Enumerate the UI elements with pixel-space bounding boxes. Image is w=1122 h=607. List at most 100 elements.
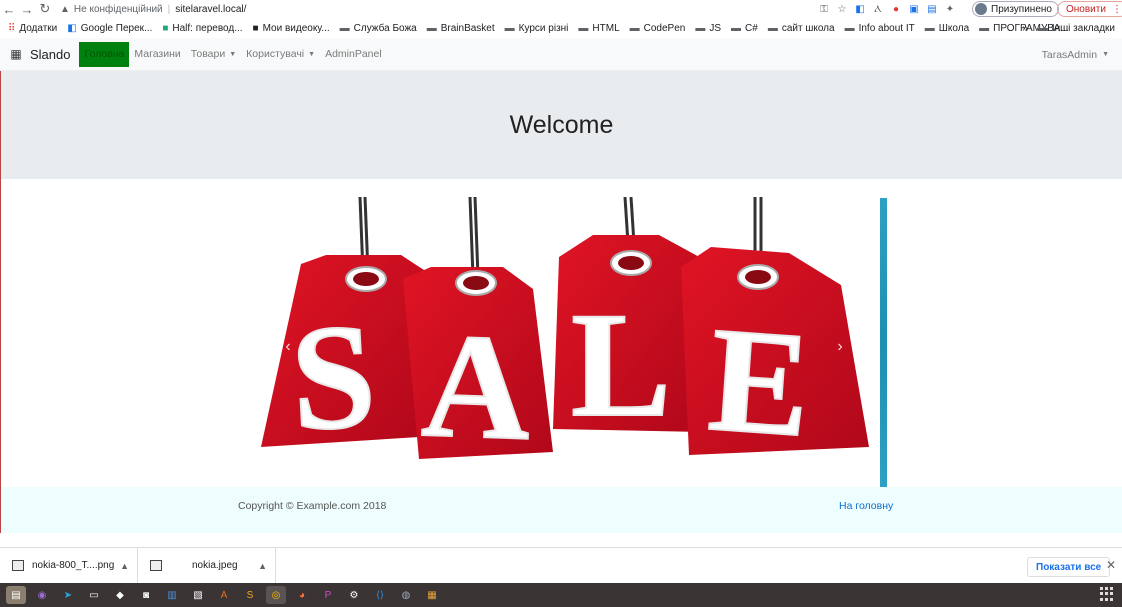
profile-button[interactable]: Призупинено <box>972 1 1059 17</box>
main-content: S A L E ‹ › <box>0 179 1122 487</box>
building-icon: ▦ <box>10 47 22 61</box>
bookmark-item[interactable]: ▬ Курси різні <box>505 23 569 34</box>
forward-icon[interactable]: → <box>18 0 36 18</box>
bookmark-item[interactable]: ▬ BrainBasket <box>427 23 495 34</box>
file-manager-icon[interactable]: ▤ <box>6 586 26 604</box>
download-filename: nokia-800_T....png <box>32 560 115 571</box>
folder-icon: ▬ <box>339 22 350 34</box>
telegram-icon[interactable]: ➤ <box>58 586 78 604</box>
translate-icon: ◧ <box>67 22 77 34</box>
nav-home-link[interactable]: Головна <box>79 41 130 67</box>
document-icon[interactable]: ▥ <box>162 586 182 604</box>
key-icon[interactable]: ⚿ <box>818 3 830 15</box>
carousel-next-button[interactable]: › <box>833 337 847 357</box>
other-bookmarks[interactable]: ▬ Інші закладки <box>1038 23 1115 34</box>
bookmark-item[interactable]: ◧ Google Перек... <box>67 23 152 34</box>
bookmark-item[interactable]: ▬ JS <box>695 23 721 34</box>
folder-icon: ▬ <box>924 22 935 34</box>
bookmarks-overflow-button[interactable]: » <box>1022 23 1028 34</box>
omnibox-separator: | <box>167 3 171 15</box>
database-icon[interactable]: ◍ <box>396 586 416 604</box>
apps-grid-icon: ⠿ <box>8 22 16 34</box>
letter-l: L <box>571 282 671 448</box>
viber-icon[interactable]: ◉ <box>32 586 52 604</box>
folder-icon: ▬ <box>629 22 640 34</box>
close-icon[interactable]: ✕ <box>1106 558 1116 572</box>
firefox-icon[interactable]: ◕ <box>292 586 312 604</box>
brand-link[interactable]: Slando <box>30 47 70 62</box>
text-editor-icon[interactable]: ▦ <box>422 586 442 604</box>
downloads-bar: nokia-800_T....png ▲ nokia.jpeg ▲ Показа… <box>0 547 1122 584</box>
app-grid-icon[interactable] <box>1100 587 1114 601</box>
terminal-icon[interactable]: ▭ <box>84 586 104 604</box>
download-item[interactable]: nokia-800_T....png ▲ <box>0 547 138 584</box>
nav-admin-link[interactable]: AdminPanel <box>325 48 382 60</box>
reload-icon[interactable]: ↻ <box>36 0 54 18</box>
settings-app-icon[interactable]: ⚙ <box>344 586 364 604</box>
bookmark-item[interactable]: ▬ Школа <box>925 23 969 34</box>
bookmark-item[interactable]: ▬ CodePen <box>630 23 686 34</box>
copyright-text: Copyright © Example.com 2018 <box>238 500 387 512</box>
translate-extension-icon[interactable]: ◧ <box>854 3 866 15</box>
bookmark-item[interactable]: ▬ сайт школа <box>768 23 835 34</box>
site-navbar: ▦ Slando Головна Магазини Товари ▼ Корист… <box>0 38 1122 71</box>
bookmarks-bar: ⠿ Додатки ◧ Google Перек... ■ Half: перевод… <box>0 18 1122 38</box>
folder-icon: ▬ <box>504 22 515 34</box>
extensions-area: ⚿ ☆ ◧ Ⲁ ● ▣ ▤ ✦ <box>818 0 956 18</box>
bookmark-item[interactable]: ▬ Info about IT <box>845 23 915 34</box>
vscode-icon[interactable]: ⟨⟩ <box>370 586 390 604</box>
folder-icon: ▬ <box>731 22 742 34</box>
star-icon[interactable]: ☆ <box>836 3 848 15</box>
letter-a: A <box>419 302 533 472</box>
camera-icon[interactable]: ◙ <box>136 586 156 604</box>
site-icon: ■ <box>252 22 259 34</box>
back-icon[interactable]: ← <box>0 0 18 18</box>
download-item[interactable]: nokia.jpeg ▲ <box>138 547 276 584</box>
bookmark-item[interactable]: ⠿ Додатки <box>8 23 57 34</box>
software-center-icon[interactable]: A <box>214 586 234 604</box>
security-label: Не конфіденційний <box>73 3 163 15</box>
carousel: S A L E ‹ › <box>241 197 881 487</box>
update-button[interactable]: Оновити ⋮ <box>1057 1 1122 17</box>
folder-icon: ▬ <box>426 22 437 34</box>
bookmark-item[interactable]: ■ Half: перевод... <box>162 23 242 34</box>
nav-products-dropdown[interactable]: Товари ▼ <box>191 48 236 60</box>
phpstorm-icon[interactable]: P <box>318 586 338 604</box>
page-title: Welcome <box>509 110 614 139</box>
folder-icon: ▬ <box>1037 22 1048 34</box>
caret-down-icon: ▼ <box>229 50 237 58</box>
nav-shops-link[interactable]: Магазини <box>134 48 180 60</box>
bookmark-item[interactable]: ▬ C# <box>731 23 758 34</box>
footer-home-link[interactable]: На головну <box>839 500 893 512</box>
chevron-up-icon[interactable]: ▲ <box>258 561 267 571</box>
warning-icon: ▲ <box>60 3 70 15</box>
bookmark-item[interactable]: ▬ Служба Божа <box>340 23 417 34</box>
site-icon: ■ <box>162 22 169 34</box>
user-dropdown[interactable]: TarasAdmin ▼ <box>1042 38 1109 71</box>
caret-down-icon: ▼ <box>1102 51 1109 58</box>
sublime-text-icon[interactable]: S <box>240 586 260 604</box>
new-extension-icon[interactable]: ▣ <box>908 3 920 15</box>
bookmark-item[interactable]: ▬ HTML <box>578 23 619 34</box>
sale-banner-image: S A L E <box>261 197 869 473</box>
url-text: sitelaravel.local/ <box>175 3 247 15</box>
nav-users-dropdown[interactable]: Користувачі ▼ <box>246 48 315 60</box>
avatar <box>975 3 987 15</box>
folder-icon: ▬ <box>767 22 778 34</box>
update-label: Оновити <box>1066 3 1106 15</box>
screen-extension-icon[interactable]: ▤ <box>926 3 938 15</box>
show-all-downloads-button[interactable]: Показати все <box>1027 557 1111 577</box>
carousel-prev-button[interactable]: ‹ <box>281 337 295 357</box>
bookmark-item[interactable]: ■ Мои видеоку... <box>253 23 330 34</box>
puzzle-icon[interactable]: ✦ <box>944 3 956 15</box>
address-bar[interactable]: ▲ Не конфіденційний | sitelaravel.local/ <box>60 1 820 17</box>
chevron-up-icon[interactable]: ▲ <box>120 561 129 571</box>
profile-status: Призупинено <box>991 3 1052 15</box>
chrome-icon[interactable]: ◎ <box>266 586 286 604</box>
notes-icon[interactable]: ▧ <box>188 586 208 604</box>
inkscape-icon[interactable]: ◆ <box>110 586 130 604</box>
download-filename: nokia.jpeg <box>192 560 238 571</box>
letter-s: S <box>287 292 379 462</box>
dictionary-extension-icon[interactable]: Ⲁ <box>872 3 884 15</box>
color-extension-icon[interactable]: ● <box>890 3 902 15</box>
